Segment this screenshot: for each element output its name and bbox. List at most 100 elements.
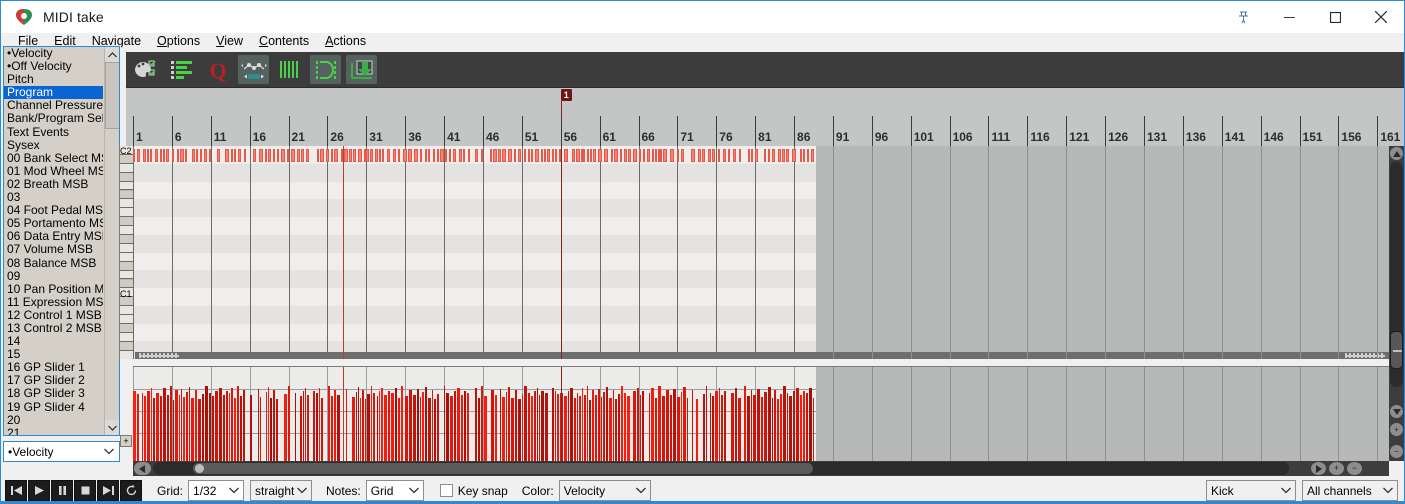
grid-swing-combo[interactable]: straight (250, 480, 313, 501)
velocity-bar[interactable] (303, 391, 304, 461)
velocity-bar[interactable] (481, 386, 483, 461)
velocity-bar[interactable] (313, 391, 315, 461)
midi-note[interactable] (133, 149, 135, 162)
velocity-bar[interactable] (703, 394, 705, 461)
color-value-combo[interactable]: Velocity (558, 480, 651, 501)
velocity-lane-item[interactable] (133, 367, 816, 461)
velocity-bar[interactable] (658, 386, 661, 461)
velocity-bar[interactable] (288, 386, 290, 461)
midi-note[interactable] (291, 149, 295, 162)
cc-lane-item[interactable]: 03 (4, 191, 103, 204)
cc-lane-item[interactable]: 16 GP Slider 1 (4, 361, 103, 374)
midi-note[interactable] (320, 149, 324, 162)
velocity-bar[interactable] (147, 391, 150, 461)
midi-note[interactable] (633, 149, 637, 162)
midi-note[interactable] (331, 149, 333, 162)
midi-note[interactable] (604, 149, 608, 162)
piano-key[interactable] (120, 235, 133, 244)
zoom-out-vertical-button[interactable]: − (1390, 445, 1403, 458)
midi-note[interactable] (611, 149, 613, 162)
midi-note[interactable] (147, 149, 149, 162)
velocity-bar[interactable] (738, 398, 741, 461)
zoom-out-horizontal-button[interactable]: − (1347, 462, 1362, 475)
velocity-bar[interactable] (422, 392, 424, 461)
horizontal-scroll-thumb[interactable] (193, 463, 813, 474)
velocity-bar[interactable] (757, 389, 760, 461)
velocity-bar[interactable] (539, 395, 540, 461)
piano-key[interactable] (120, 154, 133, 164)
velocity-bar[interactable] (582, 388, 583, 461)
midi-note[interactable] (281, 149, 285, 162)
insert-note-button[interactable] (346, 55, 377, 84)
cc-lane-item[interactable]: 09 (4, 270, 103, 283)
velocity-bar[interactable] (592, 390, 594, 461)
midi-note[interactable] (268, 149, 271, 162)
notes-value-combo[interactable]: Grid (365, 480, 424, 501)
velocity-bar[interactable] (637, 388, 639, 461)
velocity-bar[interactable] (156, 393, 159, 461)
velocity-bar[interactable] (175, 390, 178, 461)
midi-note[interactable] (382, 149, 384, 162)
midi-note[interactable] (541, 149, 543, 162)
velocity-bar[interactable] (511, 398, 514, 461)
midi-note[interactable] (445, 149, 447, 162)
go-to-start-button[interactable] (5, 480, 27, 501)
velocity-bar[interactable] (258, 389, 259, 461)
menu-item-view[interactable]: View (208, 33, 251, 48)
midi-note[interactable] (583, 149, 585, 162)
midi-note[interactable] (366, 149, 369, 162)
velocity-bar[interactable] (331, 396, 333, 461)
midi-note[interactable] (590, 149, 592, 162)
loop-select-button[interactable] (310, 55, 341, 84)
velocity-bar[interactable] (787, 393, 788, 461)
velocity-lane[interactable] (133, 366, 1389, 461)
velocity-bar[interactable] (531, 396, 533, 461)
midi-note[interactable] (572, 149, 575, 162)
midi-note[interactable] (643, 149, 645, 162)
piano-key[interactable] (120, 332, 133, 342)
velocity-bar[interactable] (266, 392, 267, 461)
velocity-bar[interactable] (751, 390, 752, 461)
velocity-bar[interactable] (522, 394, 523, 461)
velocity-bar[interactable] (144, 396, 146, 461)
timeline-ruler[interactable]: 1 1 6 11 16 21 26 31 36 41 46 51 56 61 66 71 76 81 86 91 96… (126, 88, 1404, 146)
midi-note[interactable] (414, 149, 418, 162)
midi-note[interactable] (317, 149, 319, 162)
velocity-bar[interactable] (367, 394, 370, 461)
midi-note[interactable] (514, 149, 516, 162)
menu-item-actions[interactable]: Actions (317, 33, 374, 48)
piano-key[interactable] (120, 261, 133, 271)
marker-lane[interactable]: 1 (126, 88, 1404, 146)
midi-note[interactable] (200, 149, 202, 162)
velocity-bar[interactable] (537, 388, 538, 461)
velocity-bar[interactable] (753, 395, 756, 461)
cc-lane-item[interactable]: 21 (4, 427, 103, 435)
midi-note[interactable] (502, 149, 506, 162)
velocity-bar[interactable] (640, 395, 641, 461)
midi-note[interactable] (535, 149, 539, 162)
velocity-bar[interactable] (633, 391, 636, 461)
midi-note[interactable] (508, 149, 512, 162)
midi-note[interactable] (375, 149, 378, 162)
velocity-bar[interactable] (464, 391, 466, 461)
velocity-bar[interactable] (706, 386, 707, 461)
velocity-bar[interactable] (223, 395, 225, 461)
triangle-up-icon[interactable] (1390, 147, 1403, 160)
velocity-bar[interactable] (761, 397, 763, 461)
velocity-bar[interactable] (803, 391, 805, 461)
velocity-bar[interactable] (444, 386, 445, 461)
midi-note[interactable] (234, 149, 236, 162)
midi-note[interactable] (807, 149, 809, 162)
midi-note[interactable] (490, 149, 492, 162)
velocity-bar[interactable] (284, 394, 287, 461)
velocity-bar[interactable] (358, 387, 359, 461)
chevron-down-icon[interactable] (105, 420, 119, 435)
midi-note[interactable] (718, 149, 720, 162)
velocity-bar[interactable] (649, 393, 650, 461)
velocity-bar[interactable] (506, 392, 507, 461)
channel-combo[interactable]: All channels (1302, 480, 1398, 501)
midi-note[interactable] (677, 149, 679, 162)
midi-note[interactable] (437, 149, 439, 162)
velocity-bar[interactable] (719, 388, 720, 461)
midi-note[interactable] (277, 149, 279, 162)
